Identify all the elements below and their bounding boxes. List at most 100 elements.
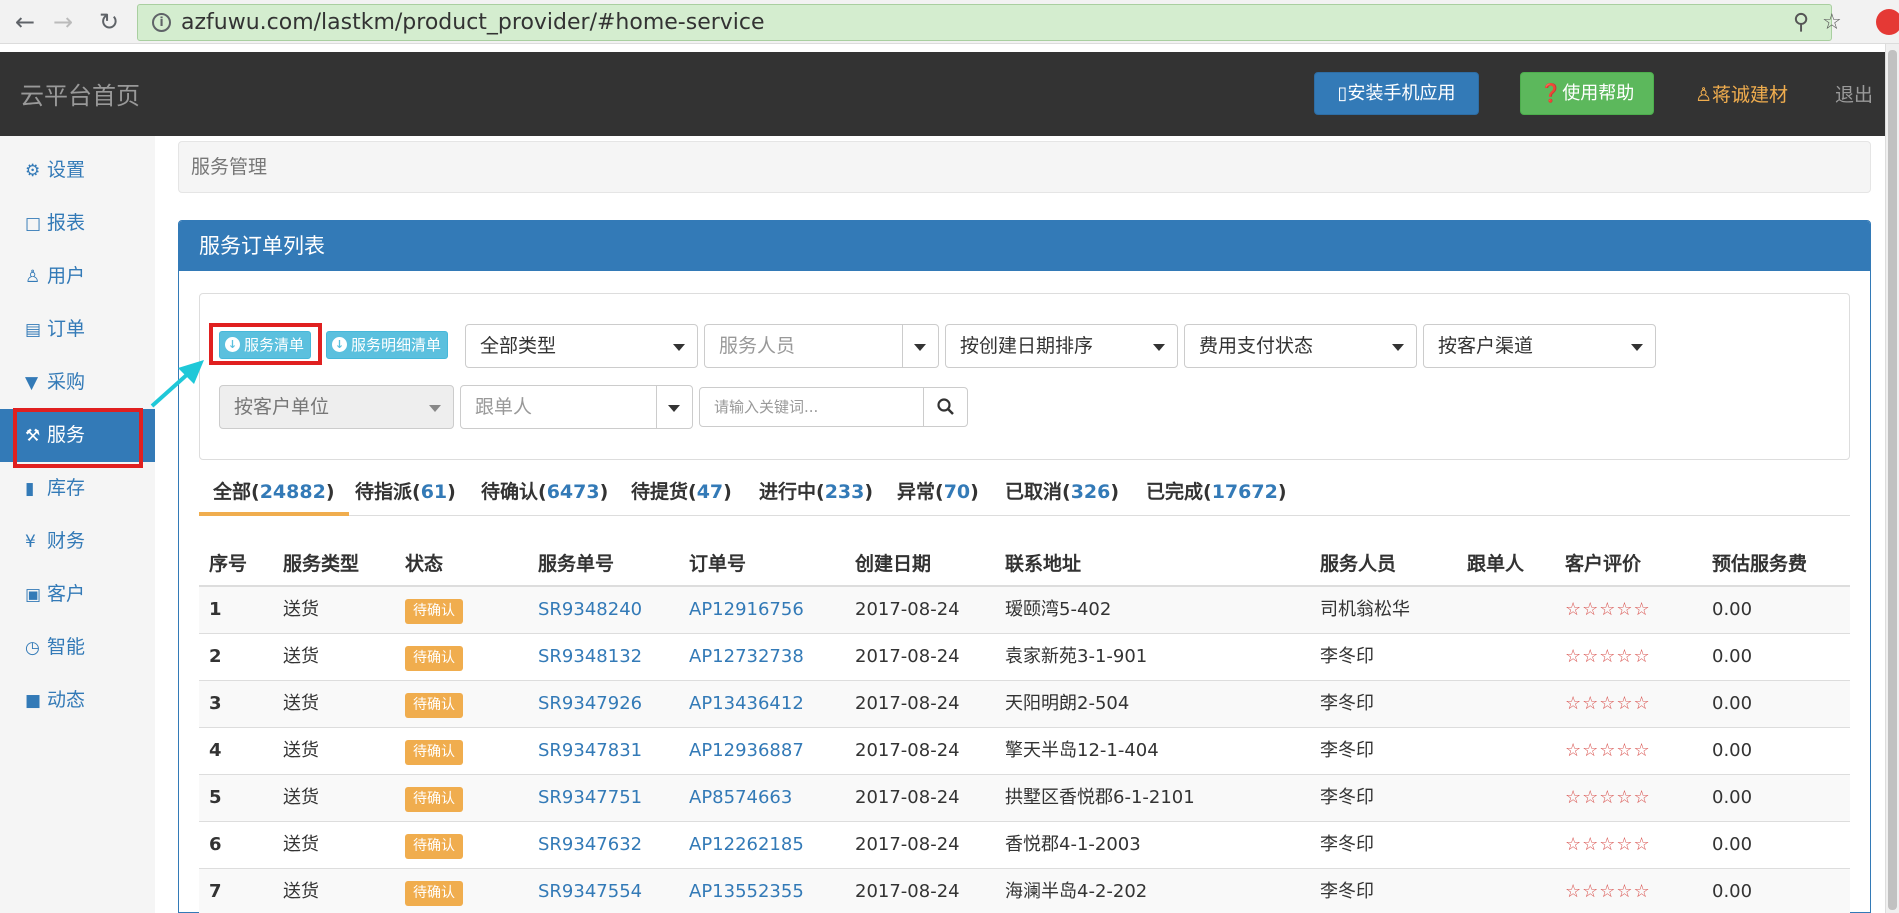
service-detail-download-button[interactable]: ↓ 服务明细清单 [326, 331, 449, 359]
column-header: 跟单人 [1467, 553, 1525, 575]
sidebar-item-inventory[interactable]: ▮ 库存 [0, 462, 155, 515]
table-row[interactable]: 7 送货 待确认 SR9347554 AP13552355 2017-08-24… [199, 869, 1850, 913]
tab-abnormal[interactable]: 异常(70) [883, 472, 993, 516]
sidebar-item-settings[interactable]: ⚙ 设置 [0, 144, 155, 197]
sidebar-item-reports[interactable]: □ 报表 [0, 197, 155, 250]
sidebar-item-purchase[interactable]: ▼ 采购 [0, 356, 155, 409]
sidebar-item-customers[interactable]: ▣ 客户 [0, 568, 155, 621]
tab-in-progress[interactable]: 进行中(233) [745, 472, 887, 516]
table-row[interactable]: 2 送货 待确认 SR9348132 AP12732738 2017-08-24… [199, 634, 1850, 681]
payment-status-select[interactable]: 费用支付状态 [1184, 324, 1417, 368]
row-number: 4 [209, 740, 222, 761]
cart-icon: ▼ [25, 373, 39, 393]
channel-select[interactable]: 按客户渠道 [1423, 324, 1656, 368]
staff-select[interactable]: 服务人员 [704, 324, 939, 368]
status-badge: 待确认 [405, 646, 463, 671]
table-row[interactable]: 6 送货 待确认 SR9347632 AP12262185 2017-08-24… [199, 822, 1850, 869]
mobile-phone-icon: ▯ [1337, 83, 1348, 104]
url-text[interactable]: azfuwu.com/lastkm/product_provider/#home… [181, 10, 765, 35]
help-button[interactable]: ❓使用帮助 [1520, 72, 1654, 115]
payment-status-value: 费用支付状态 [1199, 335, 1314, 357]
address-bar[interactable]: i azfuwu.com/lastkm/product_provider/#ho… [137, 4, 1842, 41]
follower-select[interactable]: 跟单人 [460, 385, 693, 429]
service-number-link[interactable]: SR9347632 [538, 822, 642, 868]
service-number-link[interactable]: SR9348240 [538, 587, 642, 633]
highlight-box-service-menu [13, 408, 143, 468]
scrollbar-thumb[interactable] [1888, 50, 1897, 910]
order-number-link[interactable]: AP8574663 [689, 775, 792, 821]
service-number-link[interactable]: SR9347831 [538, 728, 642, 774]
contact-address: 袁家新苑3-1-901 [1005, 646, 1148, 667]
table-row[interactable]: 3 送货 待确认 SR9347926 AP13436412 2017-08-24… [199, 681, 1850, 728]
pointer-arrow-icon [150, 360, 204, 408]
brand-link[interactable]: 云平台首页 [20, 76, 140, 111]
user-menu[interactable]: ♙蒋诚建材 [1695, 80, 1788, 107]
order-number-link[interactable]: AP12936887 [689, 728, 804, 774]
row-number: 5 [209, 787, 222, 808]
install-app-label: 安装手机应用 [1347, 83, 1456, 104]
table-row[interactable]: 5 送货 待确认 SR9347751 AP8574663 2017-08-24 … [199, 775, 1850, 822]
bookmark-star-icon[interactable]: ☆ [1822, 10, 1842, 35]
sidebar-item-activity[interactable]: ■ 动态 [0, 674, 155, 727]
table-row[interactable]: 4 送货 待确认 SR9347831 AP12936887 2017-08-24… [199, 728, 1850, 775]
back-arrow-icon[interactable]: ← [12, 9, 38, 35]
order-number-link[interactable]: AP12732738 [689, 634, 804, 680]
info-icon[interactable]: i [152, 13, 171, 32]
order-number-link[interactable]: AP13436412 [689, 681, 804, 727]
follower-select-placeholder: 跟单人 [475, 396, 533, 418]
service-type: 送货 [283, 693, 319, 714]
service-number-link[interactable]: SR9347751 [538, 775, 642, 821]
sort-select[interactable]: 按创建日期排序 [945, 324, 1178, 368]
service-number-link[interactable]: SR9347926 [538, 681, 642, 727]
order-number-link[interactable]: AP12262185 [689, 822, 804, 868]
reload-icon[interactable]: ↻ [96, 9, 122, 35]
sidebar-item-users[interactable]: ♙ 用户 [0, 250, 155, 303]
table-row[interactable]: 1 送货 待确认 SR9348240 AP12916756 2017-08-24… [199, 587, 1850, 634]
service-staff: 李冬印 [1320, 834, 1374, 855]
tab-pending-assign[interactable]: 待指派(61) [341, 472, 470, 516]
search-icon [937, 398, 954, 415]
staff-select-placeholder: 服务人员 [719, 335, 796, 357]
column-header: 序号 [209, 553, 248, 575]
service-type: 送货 [283, 646, 319, 667]
customer-unit-select[interactable]: 按客户单位 [219, 385, 454, 429]
estimated-fee: 0.00 [1712, 881, 1753, 902]
order-number-link[interactable]: AP12916756 [689, 587, 804, 633]
tab-pending-confirm[interactable]: 待确认(6473) [467, 472, 622, 516]
tab-count: 47 [696, 481, 724, 503]
logout-link[interactable]: 退出 [1835, 80, 1873, 107]
forward-arrow-icon[interactable]: → [50, 9, 76, 35]
estimated-fee: 0.00 [1712, 646, 1753, 667]
channel-select-value: 按客户渠道 [1438, 335, 1534, 357]
keyword-input[interactable]: 请输入关键词... [699, 387, 924, 427]
tab-label: 全部 [213, 481, 252, 503]
sidebar-item-finance[interactable]: ¥ 财务 [0, 515, 155, 568]
caret-down-icon [1392, 344, 1404, 351]
rating-stars: ☆☆☆☆☆ [1565, 599, 1651, 620]
column-header: 服务单号 [538, 553, 615, 575]
sidebar-item-intelligence[interactable]: ◷ 智能 [0, 621, 155, 674]
tab-count: 233 [824, 481, 865, 503]
search-button[interactable] [923, 387, 968, 427]
row-number: 2 [209, 646, 222, 667]
service-number-link[interactable]: SR9348132 [538, 634, 642, 680]
service-number-link[interactable]: SR9347554 [538, 869, 642, 913]
service-staff: 李冬印 [1320, 881, 1374, 902]
install-app-button[interactable]: ▯安装手机应用 [1314, 72, 1479, 115]
tab-cancelled[interactable]: 已取消(326) [991, 472, 1133, 516]
page-scrollbar[interactable] [1885, 44, 1899, 913]
gear-icon: ⚙ [25, 161, 41, 181]
tab-all[interactable]: 全部(24882) [199, 472, 349, 516]
type-select[interactable]: 全部类型 [465, 324, 698, 368]
divider [902, 325, 903, 367]
sidebar-item-orders[interactable]: ▤ 订单 [0, 303, 155, 356]
sidebar-item-label: 用户 [47, 265, 86, 287]
order-number-link[interactable]: AP13552355 [689, 869, 804, 913]
tab-completed[interactable]: 已完成(17672) [1132, 472, 1301, 516]
zoom-icon[interactable]: ⚲ [1793, 10, 1809, 35]
column-header: 创建日期 [855, 553, 932, 575]
browser-toolbar: ← → ↻ i azfuwu.com/lastkm/product_provid… [0, 0, 1899, 44]
tab-pending-pickup[interactable]: 待提货(47) [617, 472, 746, 516]
extension-icon[interactable] [1876, 9, 1899, 35]
sidebar-item-label: 订单 [47, 318, 86, 340]
